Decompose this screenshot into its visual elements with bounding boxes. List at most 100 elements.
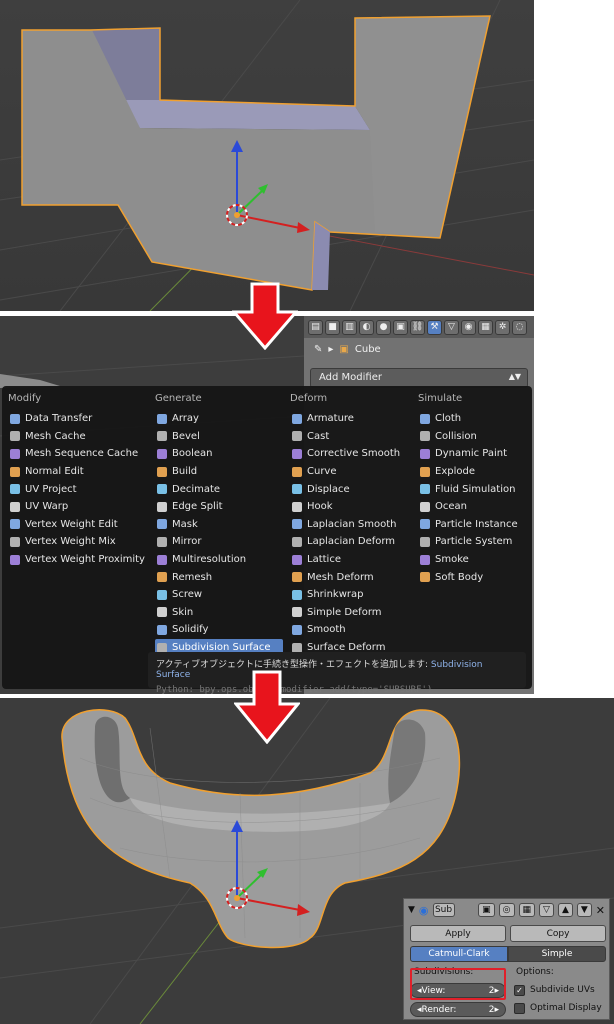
menu-item[interactable]: UV Project [8, 480, 145, 498]
add-modifier-dropdown[interactable]: Add Modifier ▲▼ [310, 368, 528, 388]
modifier-name-field[interactable]: Sub [432, 903, 455, 917]
menu-item-label: Lattice [307, 554, 341, 566]
menu-item-label: Curve [307, 466, 337, 478]
menu-item[interactable]: Displace [290, 480, 400, 498]
menu-item[interactable]: Data Transfer [8, 410, 145, 428]
modifier-type-icon [292, 413, 302, 424]
collapse-chevron-icon[interactable]: ▼ [408, 905, 415, 915]
menu-item[interactable]: Mask [155, 516, 283, 534]
menu-item[interactable]: Explode [418, 463, 518, 481]
menu-item[interactable]: Shrinkwrap [290, 586, 400, 604]
menu-item[interactable]: Solidify [155, 621, 283, 639]
menu-item[interactable]: Mesh Deform [290, 568, 400, 586]
menu-item[interactable]: Vertex Weight Proximity [8, 551, 145, 569]
cube-icon: ▣ [339, 343, 349, 355]
menu-item[interactable]: Build [155, 463, 283, 481]
simple-option[interactable]: Simple [508, 946, 606, 962]
menu-item[interactable]: Armature [290, 410, 400, 428]
menu-item[interactable]: Skin [155, 604, 283, 622]
editmode-toggle-icon[interactable]: ▦ [518, 903, 536, 917]
menu-item[interactable]: Laplacian Smooth [290, 516, 400, 534]
tooltip-text: アクティブオブジェクトに手続き型操作・エフェクトを追加します: [156, 660, 429, 670]
menu-item[interactable]: Curve [290, 463, 400, 481]
menu-item[interactable]: UV Warp [8, 498, 145, 516]
menu-item-label: Screw [172, 589, 203, 601]
menu-item[interactable]: Soft Body [418, 568, 518, 586]
menu-item[interactable]: Ocean [418, 498, 518, 516]
scene-icon[interactable]: ◐ [359, 319, 374, 335]
optimal-display-checkbox[interactable] [514, 1003, 525, 1014]
apply-button[interactable]: Apply [410, 925, 506, 942]
menu-item[interactable]: Smooth [290, 621, 400, 639]
subsurf-modifier-icon: ◉ [418, 903, 429, 917]
menu-item[interactable]: Normal Edit [8, 463, 145, 481]
modifier-wrench-icon[interactable]: ⚒ [427, 319, 442, 335]
menu-header-deform: Deform [290, 393, 328, 404]
object-icon[interactable]: ▣ [393, 319, 408, 335]
modifier-type-icon [157, 484, 167, 495]
modifier-type-icon [292, 466, 302, 477]
move-down-icon[interactable]: ▼ [576, 903, 592, 917]
menu-item[interactable]: Vertex Weight Edit [8, 516, 145, 534]
menu-item[interactable]: Bevel [155, 428, 283, 446]
menu-column-modify: Modify Data Transfer Mesh Cache Mesh Seque… [8, 392, 145, 568]
options-label: Options: [516, 967, 554, 977]
cage-toggle-icon[interactable]: ▽ [539, 903, 554, 917]
viewport-toggle-icon[interactable]: ◎ [498, 903, 515, 917]
editor-type-icon[interactable]: ▤ [308, 319, 323, 335]
menu-item[interactable]: Mirror [155, 533, 283, 551]
menu-item[interactable]: Boolean [155, 445, 283, 463]
menu-item-label: Armature [307, 413, 354, 425]
menu-item[interactable]: Multiresolution [155, 551, 283, 569]
menu-item[interactable]: Decimate [155, 480, 283, 498]
increment-icon[interactable]: ▸ [494, 1005, 499, 1015]
menu-item[interactable]: Vertex Weight Mix [8, 533, 145, 551]
menu-item[interactable]: Remesh [155, 568, 283, 586]
menu-item[interactable]: Mesh Sequence Cache [8, 445, 145, 463]
close-icon[interactable]: ✕ [596, 904, 605, 917]
menu-item[interactable]: Cast [290, 428, 400, 446]
tooltip: アクティブオブジェクトに手続き型操作・エフェクトを追加します: Subdivis… [148, 652, 526, 694]
world-icon[interactable]: ● [376, 319, 391, 335]
data-icon[interactable]: ▽ [444, 319, 459, 335]
subsurf-modifier-panel: ▼ ◉ Sub ▣ ◎ ▦ ▽ ▲ ▼ ✕ Apply Copy Catmull… [403, 898, 610, 1020]
constraints-icon[interactable]: ⛓ [410, 319, 425, 335]
menu-item[interactable]: Cloth [418, 410, 518, 428]
render-layers-icon[interactable]: ▥ [342, 319, 357, 335]
particles-icon[interactable]: ✲ [495, 319, 510, 335]
copy-button[interactable]: Copy [510, 925, 606, 942]
texture-icon[interactable]: ▦ [478, 319, 493, 335]
render-levels-field[interactable]: ◂ Render: 2 ▸ [410, 1002, 506, 1017]
menu-item[interactable]: Hook [290, 498, 400, 516]
menu-item[interactable]: Corrective Smooth [290, 445, 400, 463]
modifier-type-icon [157, 466, 167, 477]
menu-item[interactable]: Particle Instance [418, 516, 518, 534]
modifier-type-icon [157, 589, 167, 600]
physics-icon[interactable]: ◌ [512, 319, 527, 335]
menu-item-label: Array [172, 413, 199, 425]
render-icon[interactable]: ■ [325, 319, 340, 335]
menu-item[interactable]: Array [155, 410, 283, 428]
menu-item[interactable]: Mesh Cache [8, 428, 145, 446]
menu-item-label: Laplacian Smooth [307, 518, 397, 530]
menu-item[interactable]: Laplacian Deform [290, 533, 400, 551]
menu-item[interactable]: Fluid Simulation [418, 480, 518, 498]
menu-item[interactable]: Dynamic Paint [418, 445, 518, 463]
modifier-type-icon [157, 607, 167, 618]
checkmark-icon: ✓ [516, 986, 523, 995]
menu-item[interactable]: Edge Split [155, 498, 283, 516]
menu-header-simulate: Simulate [418, 393, 463, 404]
menu-item[interactable]: Simple Deform [290, 604, 400, 622]
menu-item-label: Multiresolution [172, 554, 247, 566]
subdivide-uvs-checkbox[interactable]: ✓ [514, 985, 525, 996]
render-toggle-icon[interactable]: ▣ [478, 903, 495, 917]
move-up-icon[interactable]: ▲ [557, 903, 573, 917]
menu-item[interactable]: Smoke [418, 551, 518, 569]
menu-item[interactable]: Particle System [418, 533, 518, 551]
material-icon[interactable]: ◉ [461, 319, 476, 335]
menu-item[interactable]: Screw [155, 586, 283, 604]
catmull-clark-option[interactable]: Catmull-Clark [410, 946, 508, 962]
pin-icon[interactable]: ✎ [314, 344, 322, 355]
menu-item[interactable]: Lattice [290, 551, 400, 569]
menu-item[interactable]: Collision [418, 428, 518, 446]
